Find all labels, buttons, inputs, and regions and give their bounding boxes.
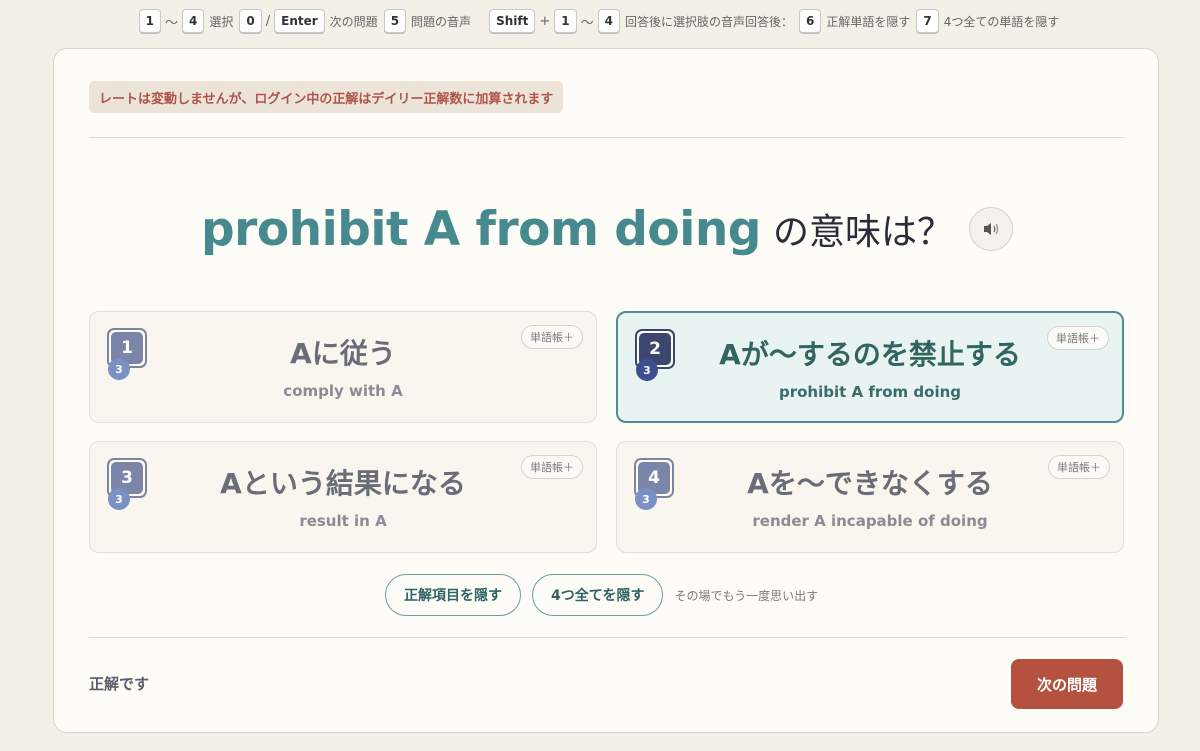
choice-1[interactable]: 1 3 単語帳＋ Aに従う comply with A [89, 311, 597, 423]
hide-hint: その場でもう一度思い出す [674, 588, 819, 603]
tilde-2: 〜 [580, 15, 594, 31]
key-0: 0 [239, 9, 262, 33]
choice-subtitle: result in A [299, 512, 387, 530]
notice-banner: レートは変動しませんが、ログイン中の正解はデイリー正解数に加算されます [89, 81, 564, 113]
divider-bottom [89, 637, 1125, 638]
audio-button[interactable] [968, 207, 1013, 251]
choice-title: Aという結果になる [220, 467, 466, 500]
choice-subtitle: comply with A [283, 382, 403, 400]
choice-2[interactable]: 2 3 単語帳＋ Aが〜するのを禁止する prohibit A from doi… [616, 311, 1124, 423]
hide-all-button[interactable]: 4つ全てを隠す [532, 574, 664, 616]
next-question-label: 次の問題 [329, 14, 378, 29]
choice-subtitle: render A incapable of doing [752, 512, 988, 530]
speaker-icon [983, 223, 999, 235]
hide-correct-button[interactable]: 正解項目を隠す [385, 574, 521, 616]
choice-subtitle: prohibit A from doing [778, 383, 962, 401]
question-term: prohibit A from doing [201, 201, 761, 257]
slash: / [265, 13, 271, 29]
question-audio-label: 問題の音声 [411, 14, 472, 29]
choice-title: Aに従う [290, 337, 396, 370]
select-label: 選択 [209, 14, 234, 29]
choice-4[interactable]: 4 3 単語帳＋ Aを〜できなくする render A incapable of… [616, 441, 1124, 553]
hide-controls: 正解項目を隠す 4つ全てを隠す その場でもう一度思い出す [385, 574, 818, 616]
result-status: 正解です [89, 675, 150, 693]
choice-title: Aが〜するのを禁止する [719, 338, 1021, 371]
key-5: 5 [383, 9, 407, 33]
key-1: 1 [138, 9, 161, 33]
quiz-card: レートは変動しませんが、ログイン中の正解はデイリー正解数に加算されます proh… [53, 48, 1159, 733]
divider-top [89, 137, 1125, 138]
choice-title: Aを〜できなくする [747, 467, 993, 500]
plus: + [539, 13, 551, 29]
shortcut-bar: 1 〜 4 選択 0 / Enter 次の問題 5 問題の音声 Shift + … [0, 8, 1200, 34]
question-suffix: の意味は？ [772, 212, 953, 253]
question-row: prohibit A from doing の意味は？ [54, 194, 1160, 264]
key-6: 6 [798, 9, 822, 33]
key-4: 4 [182, 9, 205, 33]
key-7: 7 [916, 9, 939, 33]
answer-audio-label: 回答後に選択肢の音声回答後： [624, 14, 793, 29]
key-4b: 4 [597, 9, 620, 33]
key-1b: 1 [554, 9, 577, 33]
next-question-button[interactable]: 次の問題 [1011, 659, 1123, 709]
hide-all-label: 4つ全ての単語を隠す [943, 14, 1060, 29]
key-shift: Shift [489, 9, 536, 33]
tilde: 〜 [164, 15, 178, 31]
choice-3[interactable]: 3 3 単語帳＋ Aという結果になる result in A [89, 441, 597, 553]
hide-correct-label: 正解単語を隠す [826, 14, 911, 29]
key-enter: Enter [274, 9, 325, 33]
